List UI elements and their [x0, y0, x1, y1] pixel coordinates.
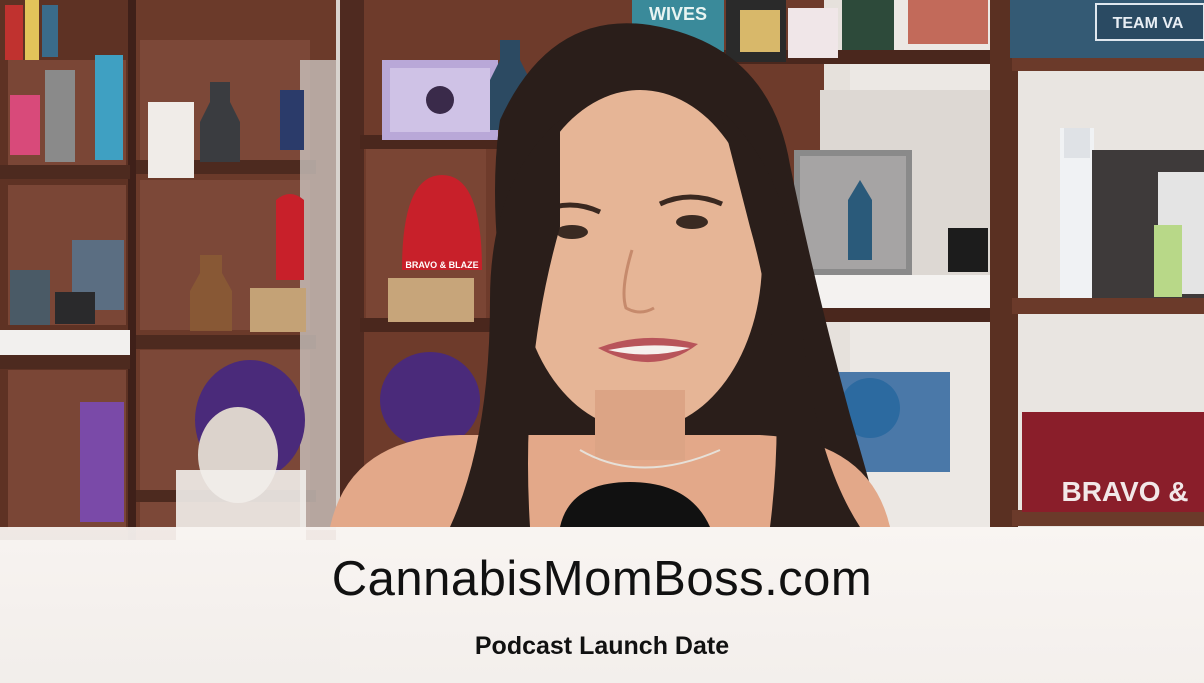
right-bookcase: TEAM VA BRAVO & — [990, 0, 1204, 527]
team-bag-text: TEAM VA — [1113, 15, 1184, 32]
beanie-text: BRAVO & BLAZE — [405, 260, 478, 270]
podcast-subtitle: Podcast Launch Date — [474, 632, 730, 660]
site-title: CannabisMomBoss.com — [331, 552, 873, 606]
bravo-bag-text: BRAVO & — [1061, 476, 1188, 507]
wives-book-text: WIVES — [649, 4, 707, 24]
video-frame: BRAVO & BLAZE WIVES TEAM VA BRAVO & Cann… — [0, 0, 1204, 683]
left-bookcase — [0, 0, 336, 540]
